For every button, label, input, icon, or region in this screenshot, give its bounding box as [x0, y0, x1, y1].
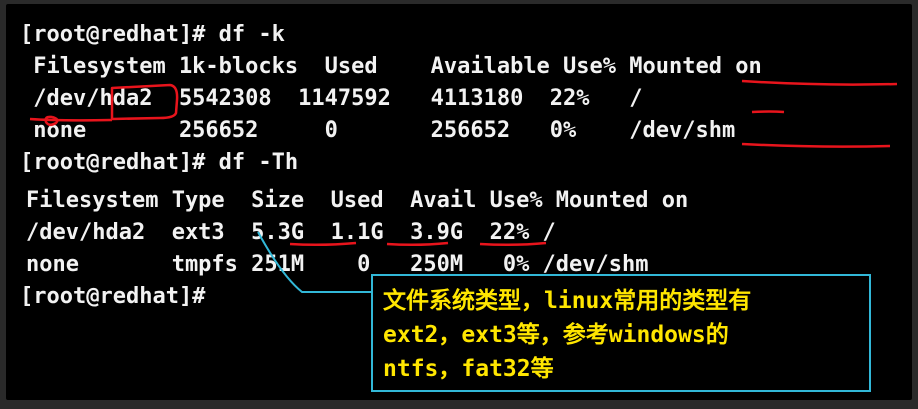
df-k-row-none: none 256652 0 256652 0% /dev/shm — [20, 118, 736, 143]
screenshot: [root@redhat]# df -k Filesystem 1k-block… — [0, 0, 918, 409]
terminal-prompt-idle: [root@redhat]# — [20, 284, 206, 309]
df-th-row-hda2: /dev/hda2 ext3 5.3G 1.1G 3.9G 22% / — [26, 220, 556, 245]
note-line-1: 文件系统类型，linux常用的类型有 — [383, 288, 752, 314]
note-line-3: ntfs，fat32等 — [383, 356, 554, 382]
df-k-header: Filesystem 1k-blocks Used Available Use%… — [20, 54, 762, 79]
df-th-header: Filesystem Type Size Used Avail Use% Mou… — [26, 188, 689, 213]
callout-note: 文件系统类型，linux常用的类型有 ext2，ext3等，参考windows的… — [371, 274, 871, 392]
df-k-row-hda2: /dev/hda2 5542308 1147592 4113180 22% / — [20, 86, 643, 111]
terminal-prompt-df-k: [root@redhat]# df -k — [20, 22, 285, 47]
terminal-prompt-df-th: [root@redhat]# df -Th — [20, 150, 299, 175]
note-line-2: ext2，ext3等，参考windows的 — [383, 322, 729, 348]
